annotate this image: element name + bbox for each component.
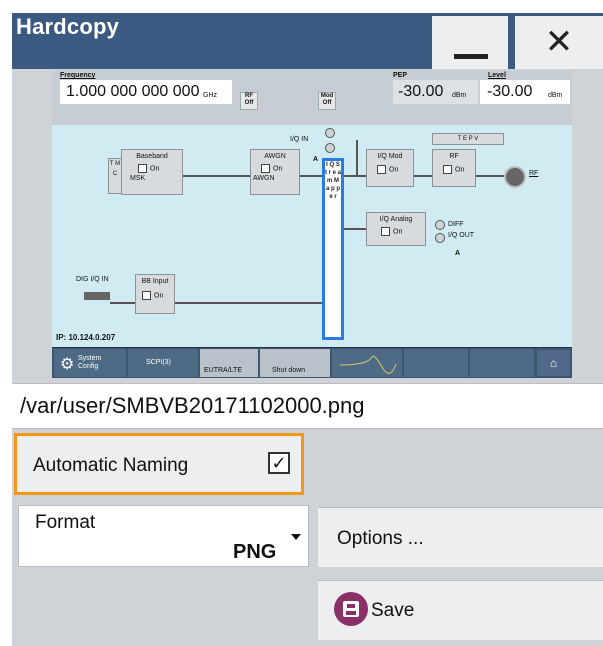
close-icon: ✕ — [544, 22, 574, 62]
stream-mapper-label: I Q S t r e a m M a p p e r — [325, 161, 341, 337]
iq-mod-toggle: On — [377, 165, 413, 174]
tmc-block: T M C — [108, 158, 122, 194]
mod-off-badge: Mod Off — [318, 92, 336, 110]
rf-output-icon — [504, 166, 526, 188]
checkbox-icon — [261, 164, 270, 173]
connector-line — [474, 175, 504, 177]
bb-input-title: BB Input — [141, 278, 169, 285]
automatic-naming-label: Automatic Naming — [33, 455, 189, 476]
rf-title: RF — [449, 153, 459, 160]
options-button-label: Options ... — [337, 528, 424, 549]
system-config-label: System Config — [78, 355, 102, 370]
save-button-label: Save — [371, 600, 415, 621]
awgn-title: AWGN — [264, 153, 286, 160]
iq-in-port — [325, 143, 335, 153]
preview-tab-empty — [470, 349, 534, 377]
checkbox-icon — [138, 164, 147, 173]
checkbox-icon — [381, 227, 390, 236]
dig-iq-connector-icon — [84, 292, 110, 300]
checkbox-icon — [443, 165, 452, 174]
tepv-bar: T E P V — [432, 133, 504, 145]
frequency-value: 1.000 000 000 000 — [66, 83, 200, 100]
frequency-unit: GHz — [203, 92, 217, 99]
scpi-label: SCPI(3) — [146, 359, 171, 366]
pep-value: -30.00 — [398, 83, 444, 100]
preview-tab-graph — [332, 349, 402, 377]
automatic-naming-checkbox[interactable]: ✓ — [268, 452, 290, 474]
rf-block: RF On — [432, 149, 476, 187]
home-icon: ⌂ — [537, 350, 570, 376]
iq-analog-title: I/Q Analog — [379, 216, 413, 223]
dig-iq-in-label: DIG I/Q IN — [76, 276, 109, 283]
level-unit: dBm — [548, 92, 563, 99]
preview-tab-empty — [404, 349, 468, 377]
ip-address: IP: 10.124.0.207 — [56, 333, 116, 342]
connector-line — [412, 175, 432, 177]
iq-out-label: I/Q OUT — [448, 232, 475, 239]
diff-label: DIFF — [448, 221, 464, 228]
iq-analog-block: I/Q Analog On — [366, 212, 426, 246]
baseband-title: Baseband — [136, 153, 168, 160]
connector-line — [344, 228, 366, 230]
minimize-button[interactable] — [432, 16, 508, 69]
connector-line — [356, 140, 358, 176]
rf-port-label: RF — [529, 170, 539, 177]
waveform-icon — [339, 355, 397, 374]
bb-input-block: BB Input On — [135, 274, 175, 314]
dialog-title: Hardcopy — [16, 14, 120, 39]
iq-analog-toggle: On — [381, 227, 425, 236]
gear-icon: ⚙ — [60, 354, 75, 373]
iq-in-label: I/Q IN — [290, 136, 309, 143]
path-a-marker: A — [313, 156, 319, 163]
preview-tab-shutdown: Shut down — [260, 349, 330, 377]
connector-line — [344, 175, 366, 177]
rf-toggle: On — [443, 165, 475, 174]
iq-in-port — [325, 128, 335, 138]
baseband-sub: MSK — [130, 175, 146, 182]
preview-tab-scpi: SCPI(3) — [128, 349, 198, 377]
bb-input-toggle: On — [142, 291, 174, 300]
format-label: Format — [35, 512, 96, 533]
preview-tab-system: ⚙ System Config — [54, 349, 126, 377]
awgn-sub: AWGN — [253, 175, 275, 182]
checkbox-icon — [377, 165, 386, 174]
file-path-text: /var/user/SMBVB20171102000.png — [20, 393, 365, 418]
baseband-toggle: On — [138, 164, 182, 173]
path-a-out-marker: A — [455, 250, 461, 257]
iq-stream-mapper: I Q S t r e a m M a p p e r — [322, 158, 344, 340]
baseband-block: Baseband On MSK — [121, 149, 183, 195]
level-value: -30.00 — [487, 83, 533, 100]
connector-line — [298, 175, 324, 177]
minimize-icon — [454, 54, 488, 59]
dropdown-caret-icon — [291, 534, 301, 540]
format-value: PNG — [233, 541, 277, 563]
preview-tab-eutra: EUTRA/LTE — [200, 349, 258, 377]
shutdown-label: Shut down — [272, 367, 306, 374]
rf-off-badge: RF Off — [240, 92, 258, 110]
awgn-block: AWGN On AWGN — [250, 149, 300, 195]
iq-out-port — [435, 233, 445, 243]
level-label: Level — [488, 72, 506, 79]
diff-port — [435, 220, 445, 230]
iq-mod-block: I/Q Mod On — [366, 149, 414, 187]
save-icon — [334, 592, 368, 626]
eutra-label: EUTRA/LTE — [204, 367, 242, 374]
frequency-label: Frequency — [60, 72, 96, 79]
checkbox-icon — [142, 291, 151, 300]
close-button[interactable]: ✕ — [515, 16, 603, 69]
pep-unit: dBm — [452, 92, 467, 99]
iq-mod-title: I/Q Mod — [377, 153, 403, 160]
awgn-toggle: On — [261, 164, 299, 173]
pep-label: PEP — [393, 72, 408, 79]
